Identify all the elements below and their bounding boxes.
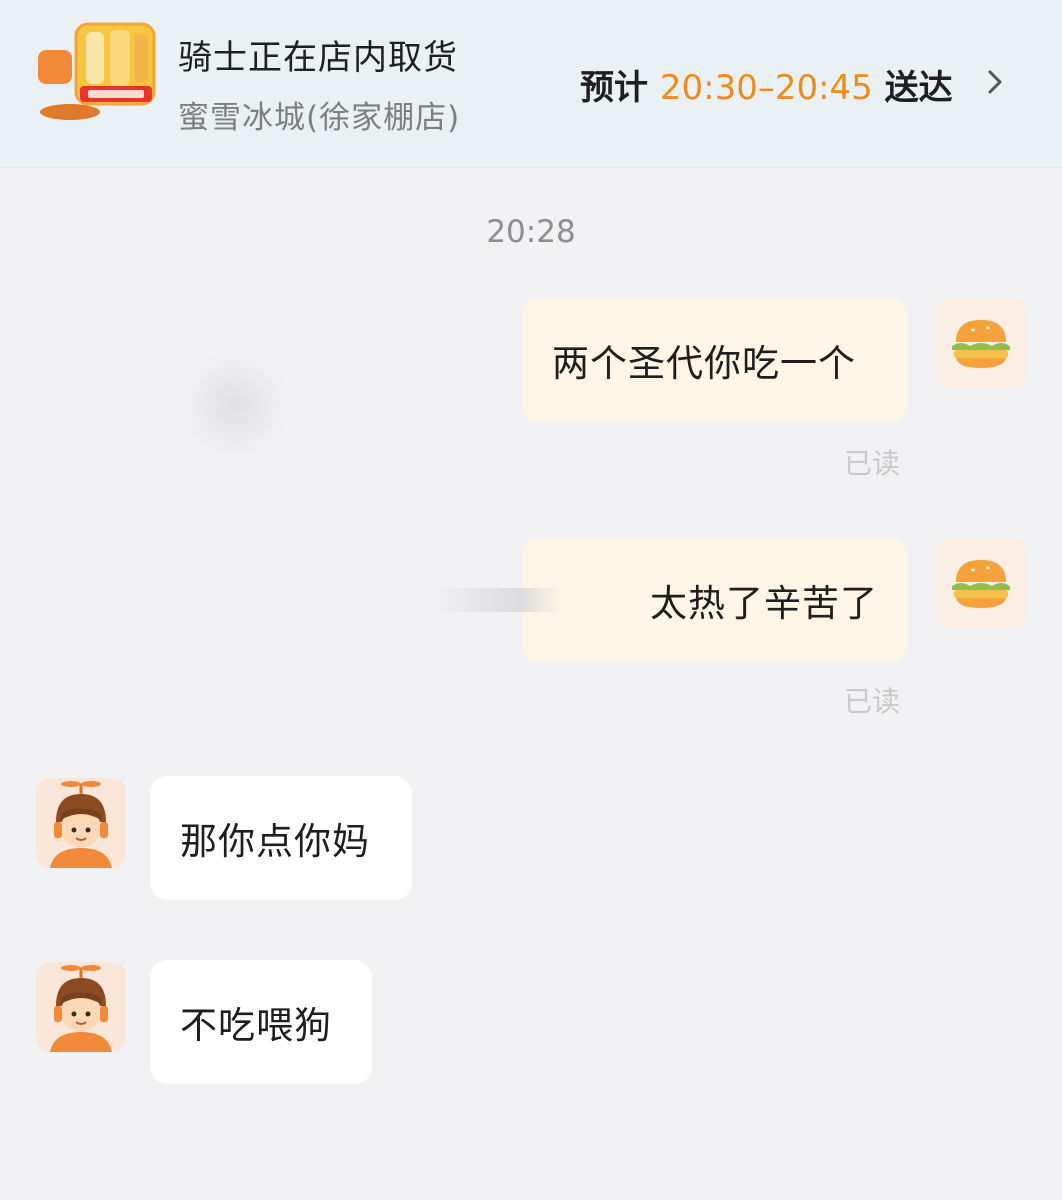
chevron-right-icon[interactable]: [980, 62, 1010, 102]
redacted-text-mark: [430, 588, 560, 612]
rider-avatar-icon[interactable]: [36, 962, 126, 1052]
message-bubble-rider[interactable]: 不吃喂狗: [150, 960, 372, 1084]
rider-status-title: 骑士正在店内取货: [178, 38, 458, 78]
message-bubble-user[interactable]: 太热了辛苦了: [522, 538, 908, 662]
eta-time: 20:30–20:45: [659, 68, 873, 108]
message-bubble-rider[interactable]: 那你点你妈: [150, 776, 412, 900]
mixue-shop-logo-icon: [38, 22, 156, 120]
rider-icon: [50, 781, 112, 868]
burger-icon: [952, 320, 1010, 368]
eta-suffix: 送达: [884, 68, 953, 108]
chat-timestamp: 20:28: [486, 214, 576, 250]
message-text: 两个圣代你吃一个: [552, 342, 856, 385]
rider-avatar-icon[interactable]: [36, 778, 126, 868]
order-status-header[interactable]: 骑士正在店内取货 蜜雪冰城(徐家棚店) 预计 20:30–20:45 送达: [0, 0, 1062, 168]
message-text: 太热了辛苦了: [650, 582, 878, 625]
rider-icon: [50, 965, 112, 1052]
store-name: 蜜雪冰城(徐家棚店): [178, 100, 461, 136]
read-status: 已读: [844, 447, 901, 480]
blur-artifact: [180, 350, 290, 460]
burger-avatar-icon[interactable]: [936, 538, 1026, 628]
eta-text[interactable]: 预计 20:30–20:45 送达: [580, 60, 953, 109]
eta-prefix: 预计: [580, 68, 648, 108]
message-text: 不吃喂狗: [180, 1004, 332, 1047]
read-status: 已读: [844, 685, 901, 718]
message-text: 那你点你妈: [180, 820, 370, 863]
burger-icon: [952, 560, 1010, 608]
message-bubble-user[interactable]: 两个圣代你吃一个: [522, 298, 908, 422]
burger-avatar-icon[interactable]: [936, 298, 1026, 388]
